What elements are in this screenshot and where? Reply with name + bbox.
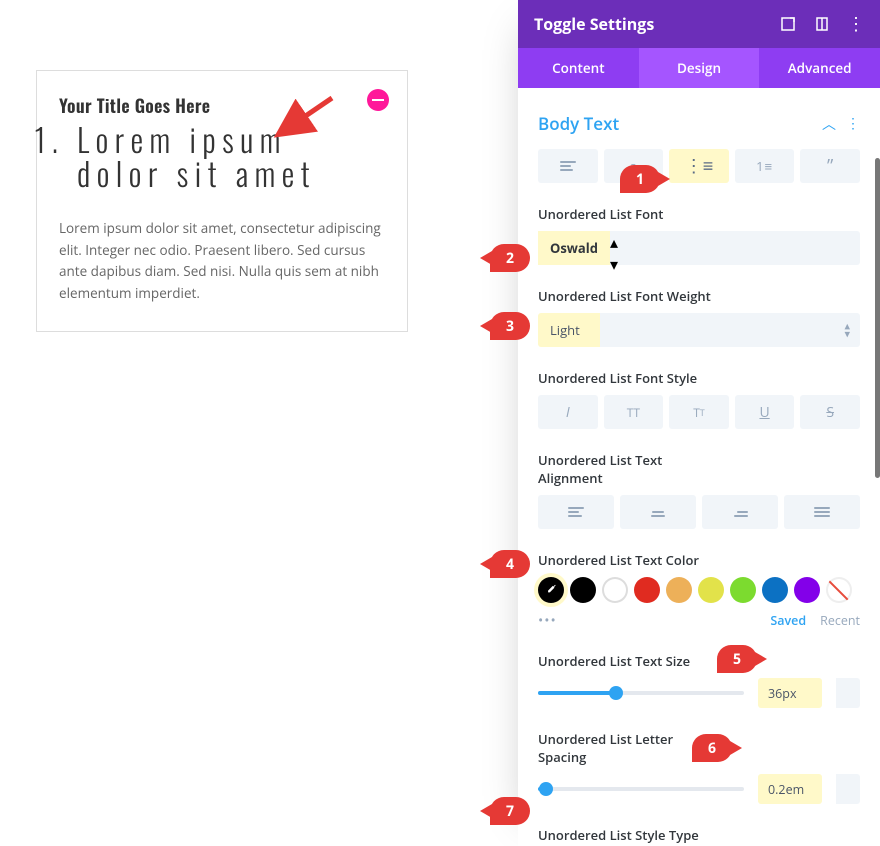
label-ul-color: Unordered List Text Color bbox=[538, 551, 860, 569]
unit-ul-size[interactable] bbox=[836, 678, 860, 708]
unit-ul-spacing[interactable] bbox=[836, 774, 860, 804]
annotation-5: 5 bbox=[717, 645, 757, 673]
text-type-ul[interactable]: ⋮≡ bbox=[669, 149, 729, 183]
label-ul-align: Unordered List Text Alignment bbox=[538, 451, 698, 487]
remove-module-button[interactable] bbox=[367, 89, 389, 111]
input-ul-size[interactable]: 36px bbox=[758, 678, 822, 708]
align-left[interactable] bbox=[538, 495, 614, 529]
annotation-arrow bbox=[272, 92, 342, 142]
eyedropper-button[interactable] bbox=[538, 577, 564, 603]
panel-header: Toggle Settings ⋮ bbox=[518, 0, 880, 48]
style-smallcaps[interactable]: TT bbox=[669, 395, 729, 429]
annotation-4: 4 bbox=[490, 550, 530, 578]
color-blue[interactable] bbox=[762, 577, 788, 603]
text-type-tabs: a ⋮≡ 1≡ ” bbox=[538, 149, 860, 183]
slider-ul-size[interactable] bbox=[538, 691, 744, 695]
align-right[interactable] bbox=[702, 495, 778, 529]
color-white[interactable] bbox=[602, 577, 628, 603]
style-strikethrough[interactable]: S bbox=[800, 395, 860, 429]
text-type-ol[interactable]: 1≡ bbox=[735, 149, 795, 183]
color-none[interactable] bbox=[826, 577, 852, 603]
label-ul-spacing: Unordered List Letter Spacing bbox=[538, 730, 698, 766]
color-black[interactable] bbox=[570, 577, 596, 603]
scrollbar[interactable] bbox=[875, 158, 880, 478]
tab-content[interactable]: Content bbox=[518, 48, 639, 88]
annotation-7: 7 bbox=[490, 797, 530, 825]
label-ul-font: Unordered List Font bbox=[538, 205, 860, 223]
color-tab-recent[interactable]: Recent bbox=[820, 612, 860, 629]
color-red[interactable] bbox=[634, 577, 660, 603]
slider-ul-spacing[interactable] bbox=[538, 787, 744, 791]
text-type-paragraph[interactable] bbox=[538, 149, 598, 183]
more-colors-icon[interactable]: ••• bbox=[538, 611, 557, 630]
annotation-6: 6 bbox=[692, 734, 732, 762]
section-header[interactable]: Body Text ︿ ⋮ bbox=[538, 112, 860, 135]
section-title: Body Text bbox=[538, 112, 822, 135]
color-purple[interactable] bbox=[794, 577, 820, 603]
section-options-icon[interactable]: ⋮ bbox=[846, 114, 860, 133]
select-ul-font-value: Oswald bbox=[538, 231, 610, 265]
chevron-up-icon[interactable]: ︿ bbox=[822, 114, 836, 134]
expand-icon[interactable] bbox=[780, 16, 796, 32]
settings-tabs: Content Design Advanced bbox=[518, 48, 880, 88]
text-type-quote[interactable]: ” bbox=[800, 149, 860, 183]
label-ul-style: Unordered List Font Style bbox=[538, 369, 860, 387]
label-ul-styletype: Unordered List Style Type bbox=[538, 826, 860, 844]
color-green[interactable] bbox=[730, 577, 756, 603]
color-palette bbox=[538, 577, 860, 603]
label-ul-size: Unordered List Text Size bbox=[538, 652, 860, 670]
color-yellow[interactable] bbox=[698, 577, 724, 603]
style-uppercase[interactable]: TT bbox=[604, 395, 664, 429]
tab-design[interactable]: Design bbox=[639, 48, 760, 88]
snap-icon[interactable] bbox=[814, 16, 830, 32]
label-ul-weight: Unordered List Font Weight bbox=[538, 287, 860, 305]
panel-title: Toggle Settings bbox=[534, 13, 780, 35]
preview-body-text: Lorem ipsum dolor sit amet, consectetur … bbox=[59, 218, 385, 304]
kebab-icon[interactable]: ⋮ bbox=[848, 16, 864, 32]
annotation-2: 2 bbox=[490, 244, 530, 272]
style-italic[interactable]: I bbox=[538, 395, 598, 429]
annotation-1: 1 bbox=[620, 165, 660, 193]
color-tab-saved[interactable]: Saved bbox=[770, 612, 806, 629]
align-justify[interactable] bbox=[784, 495, 860, 529]
input-ul-spacing[interactable]: 0.2em bbox=[758, 774, 822, 804]
panel-body: Body Text ︿ ⋮ a ⋮≡ 1≡ ” Unordered List F… bbox=[518, 88, 880, 846]
select-ul-font[interactable]: Oswald ▴▾ bbox=[538, 231, 860, 265]
style-underline[interactable]: U bbox=[735, 395, 795, 429]
select-ul-weight[interactable]: Light bbox=[538, 313, 600, 347]
color-orange[interactable] bbox=[666, 577, 692, 603]
align-center[interactable] bbox=[620, 495, 696, 529]
tab-advanced[interactable]: Advanced bbox=[759, 48, 880, 88]
preview-card: Your Title Goes Here Lorem ipsum dolor s… bbox=[36, 70, 408, 332]
settings-panel: Toggle Settings ⋮ Content Design Advance… bbox=[518, 0, 880, 846]
annotation-3: 3 bbox=[490, 312, 530, 340]
